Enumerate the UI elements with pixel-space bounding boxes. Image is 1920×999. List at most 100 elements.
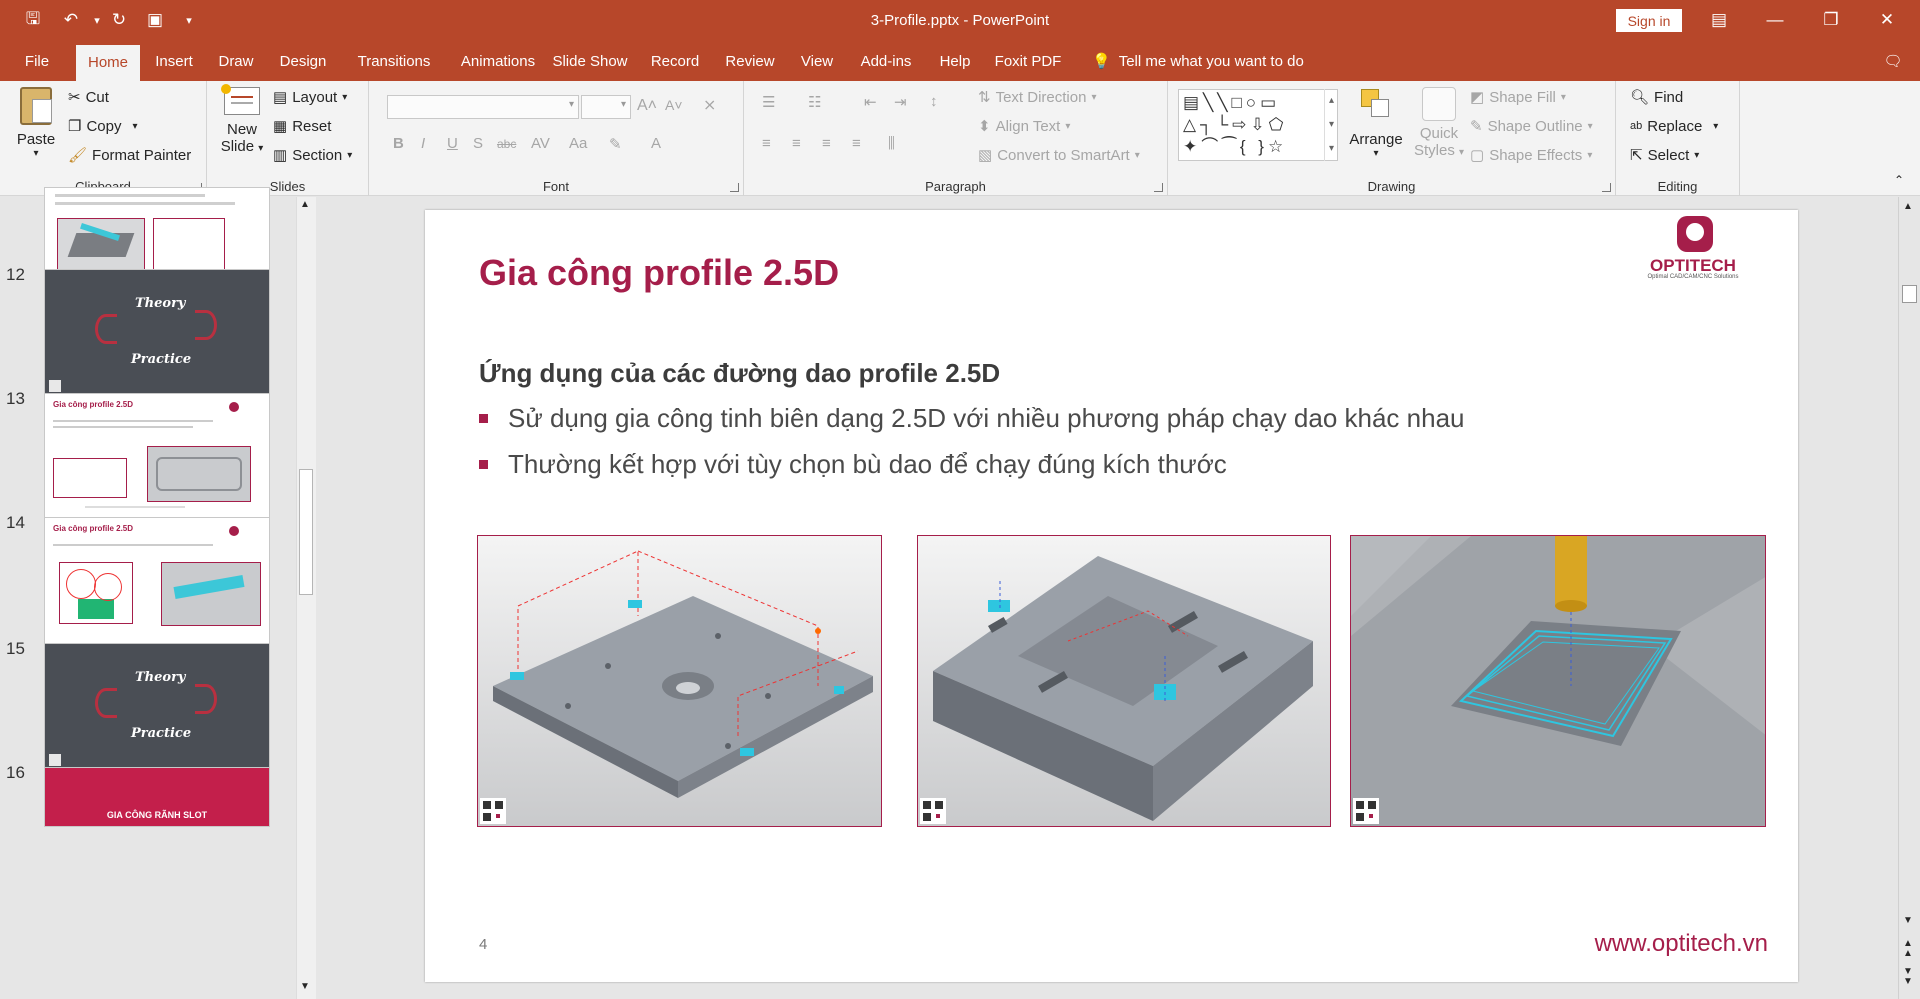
scrollbar-thumb[interactable] [299,469,313,595]
tab-foxit-pdf[interactable]: Foxit PDF [992,41,1064,81]
decrease-font-icon[interactable]: A˅ [665,97,683,113]
tell-me-search[interactable]: 💡 Tell me what you want to do [1092,41,1304,81]
bold-icon[interactable]: B [393,135,404,152]
clear-formatting-icon[interactable]: ⨯ [703,95,716,115]
tab-record[interactable]: Record [646,41,704,81]
shadow-icon[interactable]: S [473,135,483,152]
highlight-icon[interactable]: ✎ [609,135,622,153]
layout-button[interactable]: ▤ Layout ▾ [273,89,347,106]
tab-file[interactable]: File [14,41,60,81]
slide-thumbnail[interactable]: Gia công profile 2.5D [44,517,270,645]
tab-design[interactable]: Design [272,41,334,81]
justify-icon[interactable]: ≡ [852,135,861,152]
align-right-icon[interactable]: ≡ [822,135,831,152]
shape-effects-button[interactable]: ▢ Shape Effects ▾ [1470,147,1592,164]
slide-scrollbar[interactable]: ▲ ▼ ▲ ▲ ▼ ▼ [1898,197,1920,999]
bullet-item[interactable]: Sử dụng gia công tinh biên dạng 2.5D với… [479,403,1465,434]
tab-review[interactable]: Review [720,41,780,81]
increase-font-icon[interactable]: A˄ [637,97,657,115]
bullets-icon[interactable]: ☰ [762,93,775,111]
line-spacing-icon[interactable]: ↕ [930,93,938,110]
tab-transitions[interactable]: Transitions [344,41,444,81]
ribbon-display-icon[interactable]: ▤ [1696,6,1742,34]
group-drawing: ▤╲╲□○▭ △┐└⇨⇩⬠ ✦⌒⁀{ }☆ ▴ ▾ ▾ Arrange ▾ Quick … [1168,81,1616,196]
align-center-icon[interactable]: ≡ [792,135,801,152]
sign-in-button[interactable]: Sign in [1616,9,1682,32]
paste-button[interactable]: Paste ▾ [8,87,64,159]
font-launcher-icon[interactable] [730,183,739,192]
numbering-icon[interactable]: ☷ [808,93,821,111]
tab-animations[interactable]: Animations [448,41,548,81]
minimize-icon[interactable]: — [1752,6,1798,34]
slide-canvas[interactable]: Gia công profile 2.5D OPTITECH Optimal C… [425,210,1798,982]
cad-image-plate-profile[interactable] [477,535,882,827]
drawing-launcher-icon[interactable] [1602,183,1611,192]
align-text-button[interactable]: ⬍ Align Text ▾ [978,118,1070,135]
decrease-indent-icon[interactable]: ⇤ [864,93,877,111]
cad-image-pocket-toolpath[interactable] [1350,535,1766,827]
quick-styles-button[interactable]: Quick Styles ▾ [1412,87,1466,159]
tab-home[interactable]: Home [76,45,140,81]
subheading[interactable]: Ứng dụng của các đường dao profile 2.5D [479,358,1000,389]
close-icon[interactable]: ✕ [1864,6,1910,34]
replace-button[interactable]: ab Replace ▾ [1630,118,1718,135]
convert-smartart-button[interactable]: ▧ Convert to SmartArt ▾ [978,147,1140,164]
increase-indent-icon[interactable]: ⇥ [894,93,907,111]
font-family-select[interactable]: ▾ [387,95,579,119]
scroll-up-icon[interactable]: ▲ [300,199,310,210]
slide-thumbnail[interactable]: GIA CÔNG RÃNH SLOT [44,767,270,827]
previous-slide-icon[interactable]: ▲ ▲ [1903,939,1913,959]
shape-fill-button[interactable]: ◩ Shape Fill ▾ [1470,89,1566,106]
scroll-down-icon[interactable]: ▼ [300,981,310,992]
cut-label: Cut [85,89,109,106]
cut-button[interactable]: ✂ Cut [68,89,109,106]
scrollbar-thumb[interactable] [1902,285,1917,303]
tab-insert[interactable]: Insert [148,41,200,81]
slide-thumbnail[interactable]: Theory Practice [44,269,270,397]
select-label: Select [1647,147,1690,164]
underline-icon[interactable]: U [447,135,458,152]
strikethrough-icon[interactable]: abc [497,137,516,151]
character-spacing-icon[interactable]: AV [531,135,550,152]
shape-effects-icon: ▢ [1470,147,1485,164]
arrange-button[interactable]: Arrange ▾ [1346,87,1406,159]
paragraph-launcher-icon[interactable] [1154,183,1163,192]
thumbnail-text: Theory [135,670,186,685]
find-button[interactable]: 🔍︎ Find [1630,89,1683,106]
columns-icon[interactable]: ⫼ [888,135,895,152]
editing-group-label: Editing [1657,179,1698,194]
shape-outline-button[interactable]: ✎ Shape Outline ▾ [1470,118,1593,135]
tab-slide-show[interactable]: Slide Show [550,41,630,81]
bullet-item[interactable]: Thường kết hợp với tùy chọn bù dao để ch… [479,449,1227,480]
italic-icon[interactable]: I [421,135,425,152]
slide-title[interactable]: Gia công profile 2.5D [479,252,839,294]
align-left-icon[interactable]: ≡ [762,135,771,152]
section-button[interactable]: ▥ Section ▾ [273,147,352,164]
scroll-down-icon[interactable]: ▼ [1903,915,1913,926]
shapes-gallery[interactable]: ▤╲╲□○▭ △┐└⇨⇩⬠ ✦⌒⁀{ }☆ [1178,89,1338,161]
tab-add-ins[interactable]: Add-ins [856,41,916,81]
comments-icon[interactable]: 🗨 [1876,41,1910,81]
font-color-icon[interactable]: A [651,135,661,152]
tab-draw[interactable]: Draw [210,41,262,81]
scroll-up-icon[interactable]: ▲ [1903,201,1913,212]
change-case-icon[interactable]: Aa [569,135,587,152]
text-direction-label: Text Direction [995,89,1087,106]
maximize-icon[interactable]: ❐ [1808,6,1854,34]
next-slide-icon[interactable]: ▼ ▼ [1903,967,1913,987]
thumbnail-scrollbar[interactable]: ▲ ▼ [296,197,316,999]
tab-help[interactable]: Help [932,41,978,81]
cad-image-pocket-block[interactable] [917,535,1331,827]
slide-thumbnail[interactable]: Gia công profile 2.5D [44,393,270,521]
format-painter-button[interactable]: 🖌 Format Painter [68,147,191,164]
text-direction-button[interactable]: ⇅ Text Direction ▾ [978,89,1096,106]
select-button[interactable]: ⇱ Select ▾ [1630,147,1699,164]
new-slide-button[interactable]: New Slide ▾ [215,84,269,155]
collapse-ribbon-icon[interactable]: ⌃ [1894,173,1904,187]
font-size-select[interactable]: ▾ [581,95,631,119]
tab-view[interactable]: View [794,41,840,81]
reset-button[interactable]: ▦ Reset [273,118,331,135]
slide-thumbnail[interactable]: Theory Practice [44,643,270,771]
copy-button[interactable]: ❐ Copy ▾ [68,118,138,135]
shapes-scroll-icon[interactable]: ▴ ▾ ▾ [1324,89,1338,161]
